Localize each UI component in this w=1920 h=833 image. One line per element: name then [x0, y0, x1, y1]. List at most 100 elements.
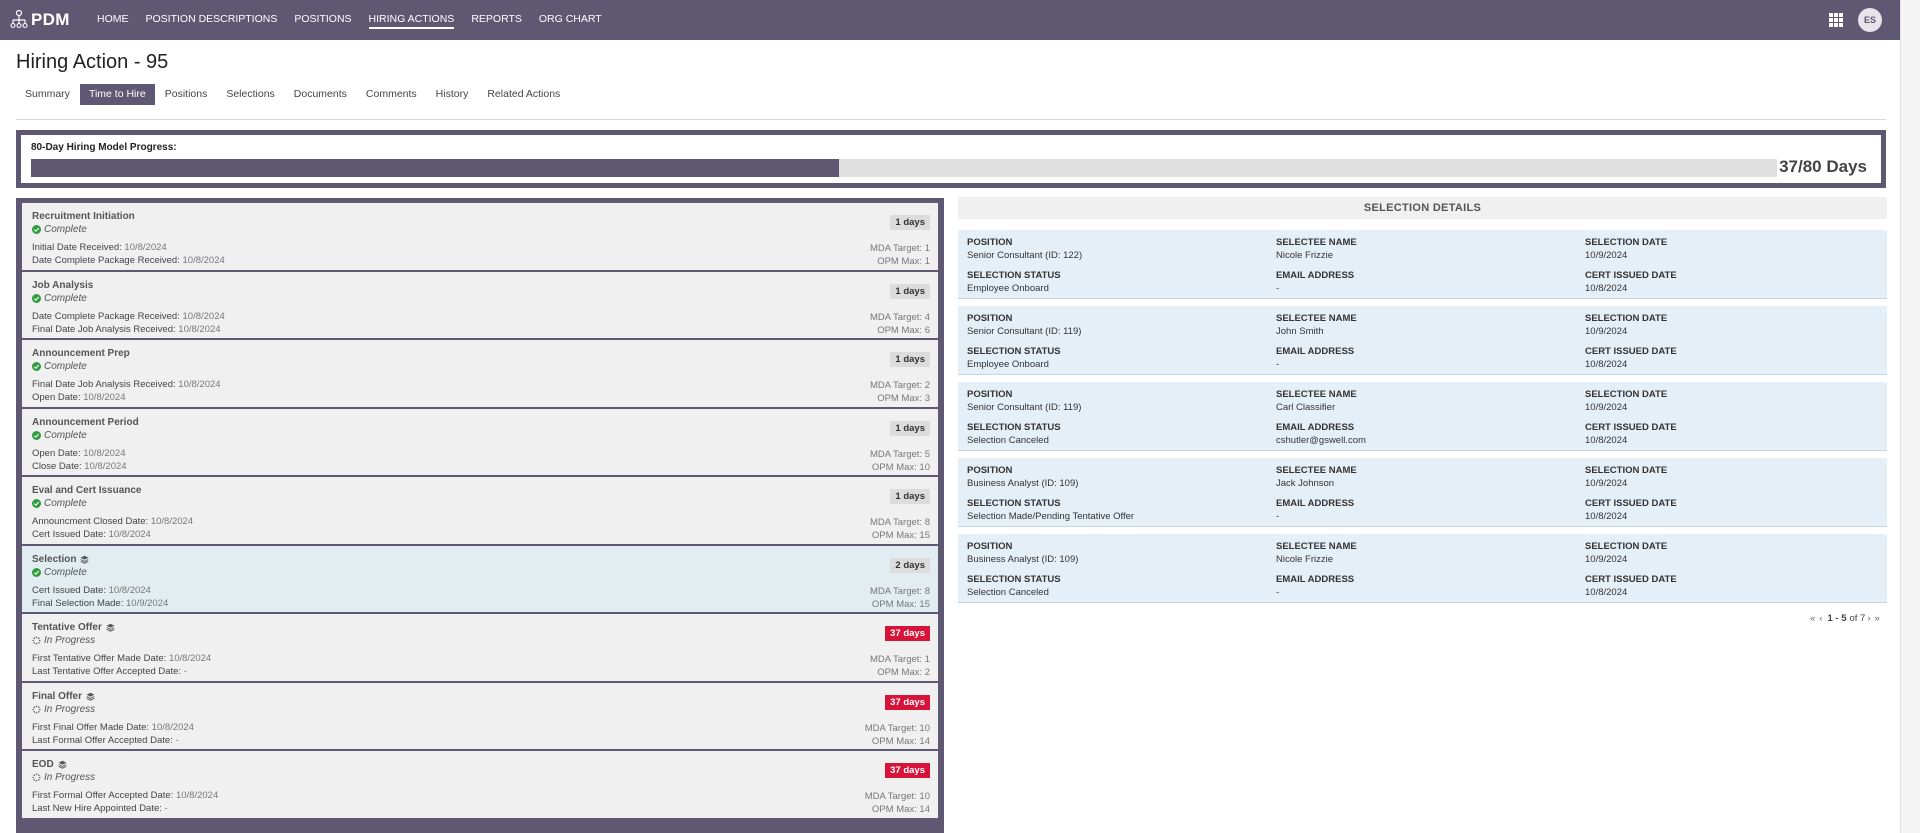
nav-item-hiring-actions[interactable]: HIRING ACTIONS — [368, 0, 454, 40]
selection-field-selectee-name: SELECTEE NAME Carl Classifier — [1276, 389, 1585, 422]
step-status-text: In Progress — [44, 635, 96, 646]
steps-scrollbar[interactable] — [938, 203, 944, 828]
field-label: EMAIL ADDRESS — [1276, 498, 1355, 509]
selection-details-list: POSITION Senior Consultant (ID: 122) SELEC… — [958, 230, 1887, 610]
nav-item-org-chart[interactable]: ORG CHART — [539, 0, 602, 40]
step-card[interactable]: Final Offer In Progress First Final Offer … — [22, 682, 938, 751]
field-label: CERT ISSUED DATE — [1585, 574, 1677, 585]
spinner-icon — [32, 773, 41, 782]
date-label: Last Tentative Offer Accepted Date: — [32, 666, 182, 677]
step-status: Complete — [32, 360, 928, 373]
target-line: OPM Max: 2 — [877, 667, 930, 678]
field-label: SELECTION DATE — [1585, 465, 1668, 476]
layers-icon[interactable] — [86, 692, 95, 701]
field-label: SELECTION STATUS — [967, 346, 1061, 357]
field-label: SELECTION DATE — [1585, 313, 1668, 324]
selection-card: POSITION Senior Consultant (ID: 122) SELEC… — [958, 230, 1887, 299]
page-title: Hiring Action - 95 — [16, 51, 169, 73]
step-targets: MDA Target: 10 OPM Max: 14 — [865, 790, 930, 816]
step-date-line: First Final Offer Made Date: 10/8/2024 — [32, 721, 928, 734]
step-status-text: Complete — [44, 429, 87, 441]
days-badge: 1 days — [890, 215, 930, 230]
date-value: 10/9/2024 — [126, 597, 169, 609]
step-card[interactable]: Tentative Offer In Progress First Tentativ… — [22, 614, 938, 683]
layers-icon[interactable] — [80, 555, 89, 564]
step-date-line: First Tentative Offer Made Date: 10/8/20… — [32, 652, 928, 665]
step-dates: First Tentative Offer Made Date: 10/8/20… — [32, 652, 928, 678]
selection-field-email-address: EMAIL ADDRESS - — [1276, 498, 1585, 528]
step-status: In Progress — [32, 771, 928, 784]
layers-icon[interactable] — [106, 623, 115, 632]
date-value: 10/8/2024 — [168, 653, 212, 664]
step-dates: First Final Offer Made Date: 10/8/2024 La… — [32, 721, 928, 747]
selection-field-selection-status: SELECTION STATUS Selection Canceled — [967, 574, 1276, 604]
step-card[interactable]: Eval and Cert Issuance Complete Announcmen… — [22, 477, 938, 546]
step-date-line: Last Formal Offer Accepted Date: - — [32, 734, 928, 747]
step-title: Selection — [32, 553, 928, 566]
first-page-button[interactable]: « — [1810, 613, 1815, 624]
time-to-hire-steps[interactable]: Recruitment Initiation Complete Initial Da… — [16, 198, 944, 833]
page-scrollbar[interactable] — [1900, 0, 1920, 833]
user-avatar[interactable]: ES — [1858, 8, 1882, 32]
date-label: Open Date: — [32, 392, 81, 403]
date-value: - — [175, 734, 179, 746]
step-title-text: Selection — [32, 553, 77, 565]
nav-item-home[interactable]: HOME — [97, 0, 129, 40]
step-targets: MDA Target: 4 OPM Max: 6 — [870, 311, 930, 337]
step-status-text: Complete — [44, 498, 87, 509]
nav-item-reports[interactable]: REPORTS — [471, 0, 522, 40]
target-line: MDA Target: 10 — [864, 791, 930, 802]
next-page-button[interactable]: › — [1867, 613, 1870, 624]
step-date-line: Announcment Closed Date: 10/8/2024 — [32, 515, 928, 528]
selection-field-position: POSITION Business Analyst (ID: 109) — [967, 465, 1276, 498]
step-title-text: Announcement Period — [32, 416, 139, 428]
selection-field-selection-status: SELECTION STATUS Employee Onboard — [967, 346, 1276, 376]
selection-field-selection-date: SELECTION DATE 10/9/2024 — [1585, 541, 1885, 574]
tab-documents[interactable]: Documents — [285, 84, 356, 105]
selection-card: POSITION Senior Consultant (ID: 119) SELEC… — [958, 382, 1887, 451]
step-card[interactable]: EOD In Progress First Formal Offer Accepte… — [22, 751, 938, 820]
step-title-text: Tentative Offer — [32, 622, 102, 633]
tab-comments[interactable]: Comments — [357, 84, 426, 105]
field-value: - — [1276, 587, 1280, 598]
last-page-button[interactable]: » — [1875, 613, 1880, 624]
field-value: 10/8/2024 — [1585, 359, 1628, 370]
date-value: 10/8/2024 — [150, 516, 194, 527]
step-card[interactable]: Recruitment Initiation Complete Initial Da… — [22, 203, 938, 272]
date-value: 10/8/2024 — [178, 323, 221, 335]
tab-summary[interactable]: Summary — [16, 84, 79, 105]
layers-icon[interactable] — [58, 760, 67, 769]
field-value: 10/9/2024 — [1585, 402, 1628, 413]
tab-history[interactable]: History — [427, 84, 478, 105]
prev-page-button[interactable]: ‹ — [1819, 613, 1822, 624]
step-card[interactable]: Selection Complete Cert Issued Date: 10/8/… — [22, 545, 942, 614]
tab-time-to-hire[interactable]: Time to Hire — [79, 84, 155, 105]
step-card[interactable]: Job Analysis Complete Date Complete Packag… — [22, 271, 938, 340]
step-status: Complete — [32, 429, 928, 442]
step-card[interactable]: Announcement Prep Complete Final Date Job … — [22, 340, 938, 409]
hiring-progress-card: 80-Day Hiring Model Progress: 37/80 Days — [16, 130, 1886, 188]
tab-selections[interactable]: Selections — [217, 84, 283, 105]
step-targets: MDA Target: 2 OPM Max: 3 — [870, 379, 930, 405]
step-card[interactable]: Announcement Period Complete Open Date: 10… — [22, 408, 938, 477]
date-label: Cert Issued Date: — [32, 584, 106, 596]
tab-related-actions[interactable]: Related Actions — [478, 84, 569, 105]
tab-positions[interactable]: Positions — [156, 84, 217, 105]
step-date-line: Final Selection Made: 10/9/2024 — [32, 597, 928, 610]
app-logo[interactable]: PDM — [9, 0, 89, 40]
selection-field-selection-status: SELECTION STATUS Employee Onboard — [967, 270, 1276, 300]
selection-field-selectee-name: SELECTEE NAME John Smith — [1276, 313, 1585, 346]
date-label: Date Complete Package Received: — [32, 310, 180, 322]
target-line: OPM Max: 10 — [871, 461, 930, 473]
app-grid-icon[interactable] — [1829, 13, 1843, 27]
step-date-line: Cert Issued Date: 10/8/2024 — [32, 528, 928, 541]
date-label: First Formal Offer Accepted Date: — [32, 790, 174, 801]
date-label: Close Date: — [32, 460, 82, 472]
check-circle-icon — [32, 293, 41, 303]
nav-item-position-descriptions[interactable]: POSITION DESCRIPTIONS — [146, 0, 278, 40]
nav-item-positions[interactable]: POSITIONS — [294, 0, 351, 40]
field-label: EMAIL ADDRESS — [1276, 574, 1355, 585]
field-value: Selection Canceled — [967, 587, 1049, 598]
step-title: Tentative Offer — [32, 621, 928, 634]
step-status-text: In Progress — [44, 703, 96, 715]
